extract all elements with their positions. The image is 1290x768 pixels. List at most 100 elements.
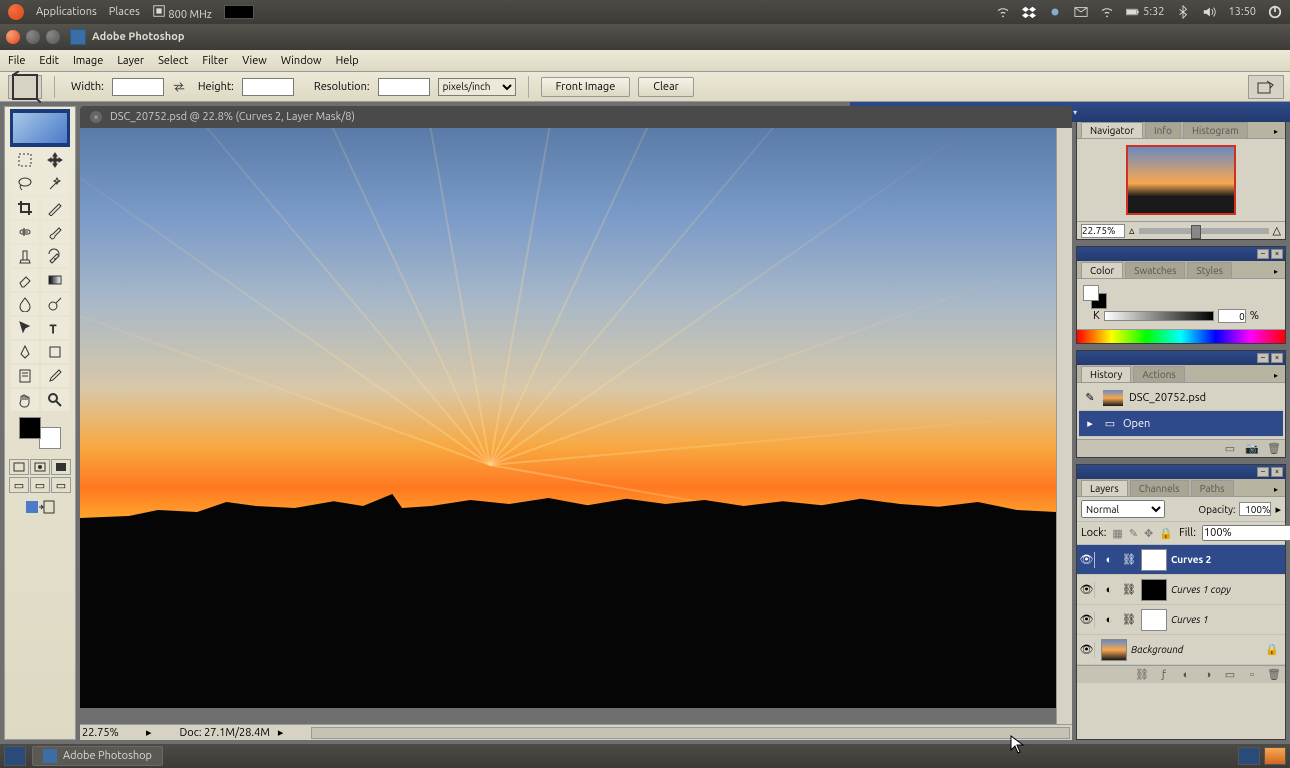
lock-position-icon[interactable]: ✥ (1144, 526, 1153, 540)
magic-wand-tool[interactable] (41, 173, 69, 195)
taskbar-app-button[interactable]: Adobe Photoshop (32, 746, 163, 766)
lock-image-icon[interactable]: ✎ (1129, 526, 1138, 540)
layer-row[interactable]: 👁 ◐ ⛓ Curves 1 copy (1077, 575, 1285, 605)
height-input[interactable] (242, 78, 294, 96)
zoom-level[interactable]: 22.75% (82, 727, 138, 739)
status-chevron-icon[interactable]: ▸ (278, 726, 284, 739)
document-tab[interactable]: × DSC_20752.psd @ 22.8% (Curves 2, Layer… (80, 106, 1072, 128)
visibility-toggle-icon[interactable]: 👁 (1079, 552, 1095, 568)
battery-indicator[interactable]: 5:32 (1126, 5, 1164, 19)
panel-menu-icon[interactable]: ▸ (1269, 264, 1283, 278)
standard-mode-icon[interactable] (9, 459, 29, 475)
layer-row[interactable]: 👁 ◐ ⛓ Curves 1 (1077, 605, 1285, 635)
go-to-bridge-button[interactable] (1248, 75, 1284, 99)
eraser-tool[interactable] (11, 269, 39, 291)
blur-tool[interactable] (11, 293, 39, 315)
trash-icon[interactable]: 🗑 (1267, 668, 1281, 682)
volume-icon[interactable] (1202, 5, 1216, 19)
color-fg-bg-swatch[interactable] (1083, 285, 1107, 309)
close-document-icon[interactable]: × (90, 111, 102, 123)
window-close-button[interactable] (6, 30, 20, 44)
canvas[interactable] (80, 128, 1056, 708)
screen-mode-icon[interactable] (51, 459, 71, 475)
k-slider[interactable] (1104, 311, 1214, 321)
tab-channels[interactable]: Channels (1130, 480, 1189, 496)
menu-window[interactable]: Window (281, 55, 322, 67)
fill-input[interactable] (1202, 525, 1290, 541)
width-input[interactable] (112, 78, 164, 96)
layer-name[interactable]: Curves 2 (1171, 554, 1211, 565)
tab-styles[interactable]: Styles (1187, 262, 1231, 278)
mail-icon[interactable] (1074, 5, 1088, 19)
layer-row[interactable]: 👁 ◐ ⛓ Curves 2 (1077, 545, 1285, 575)
link-icon[interactable]: ⛓ (1121, 582, 1137, 598)
toolbox-header[interactable] (10, 109, 70, 147)
places-menu[interactable]: Places (109, 6, 140, 18)
visibility-toggle-icon[interactable]: 👁 (1079, 612, 1095, 628)
trash-icon[interactable]: 🗑 (1267, 442, 1281, 456)
cpu-graph-icon[interactable] (224, 5, 254, 19)
layer-mask-thumb[interactable] (1141, 549, 1167, 571)
tab-layers[interactable]: Layers (1081, 480, 1128, 496)
imageready-jump-icon[interactable] (21, 499, 59, 515)
quickmask-mode-icon[interactable] (30, 459, 50, 475)
history-step[interactable]: ▸ ▭ Open (1079, 411, 1283, 437)
layer-thumb[interactable] (1101, 639, 1127, 661)
dodge-tool[interactable] (41, 293, 69, 315)
applications-menu[interactable]: Applications (36, 6, 97, 18)
window-minimize-button[interactable] (26, 30, 40, 44)
menu-file[interactable]: File (8, 55, 25, 67)
history-snapshot[interactable]: ✎ DSC_20752.psd (1079, 385, 1283, 411)
panel-minimize-icon[interactable]: – (1257, 467, 1269, 477)
layer-mask-icon[interactable]: ◐ (1179, 668, 1193, 682)
navigator-zoom-input[interactable] (1081, 224, 1125, 238)
menu-view[interactable]: View (242, 55, 267, 67)
resolution-input[interactable] (378, 78, 430, 96)
panel-menu-icon[interactable]: ▸ (1269, 482, 1283, 496)
full-menubar-screen-icon[interactable]: ▭ (30, 477, 50, 493)
slice-tool[interactable] (41, 197, 69, 219)
layer-name[interactable]: Curves 1 copy (1171, 584, 1231, 595)
cpu-freq-indicator[interactable]: 800 MHz (152, 4, 212, 21)
new-layer-icon[interactable]: ▫ (1245, 668, 1259, 682)
tab-histogram[interactable]: Histogram (1183, 122, 1248, 138)
zoom-in-icon[interactable]: △ (1273, 224, 1281, 237)
menu-edit[interactable]: Edit (39, 55, 59, 67)
adjustment-layer-icon[interactable]: ◑ (1201, 668, 1215, 682)
shape-tool[interactable] (41, 341, 69, 363)
network-wireless-icon[interactable] (996, 5, 1010, 19)
ubuntu-logo-icon[interactable] (8, 4, 24, 20)
wifi-icon[interactable] (1100, 5, 1114, 19)
brush-tool[interactable] (41, 221, 69, 243)
panel-close-icon[interactable]: × (1271, 249, 1283, 259)
panel-close-icon[interactable]: × (1271, 353, 1283, 363)
layer-mask-thumb[interactable] (1141, 579, 1167, 601)
layer-name[interactable]: Background (1131, 644, 1183, 655)
color-spectrum[interactable] (1077, 329, 1285, 343)
clock[interactable]: 13:50 (1228, 6, 1256, 18)
lasso-tool[interactable] (11, 173, 39, 195)
show-desktop-button[interactable] (4, 746, 26, 766)
panel-close-icon[interactable]: × (1271, 467, 1283, 477)
new-snapshot-icon[interactable]: 📷 (1245, 442, 1259, 456)
panel-menu-icon[interactable]: ▸ (1269, 124, 1283, 138)
clone-stamp-tool[interactable] (11, 245, 39, 267)
gradient-tool[interactable] (41, 269, 69, 291)
tab-paths[interactable]: Paths (1191, 480, 1234, 496)
current-tool-preset[interactable] (8, 75, 42, 99)
panel-minimize-icon[interactable]: – (1257, 353, 1269, 363)
workspace-switcher-icon[interactable] (1238, 747, 1260, 765)
full-screen-icon[interactable]: ▭ (51, 477, 71, 493)
link-layers-icon[interactable]: ⛓ (1135, 668, 1149, 682)
hand-tool[interactable] (11, 389, 39, 411)
type-tool[interactable]: T (41, 317, 69, 339)
weather-icon[interactable] (1048, 5, 1062, 19)
navigator-thumbnail[interactable] (1126, 145, 1236, 215)
marquee-tool[interactable] (11, 149, 39, 171)
move-tool[interactable] (41, 149, 69, 171)
navigator-zoom-slider[interactable] (1139, 228, 1269, 234)
layer-name[interactable]: Curves 1 (1171, 614, 1208, 625)
history-brush-tool[interactable] (41, 245, 69, 267)
tab-history[interactable]: History (1081, 366, 1131, 382)
window-maximize-button[interactable] (46, 30, 60, 44)
